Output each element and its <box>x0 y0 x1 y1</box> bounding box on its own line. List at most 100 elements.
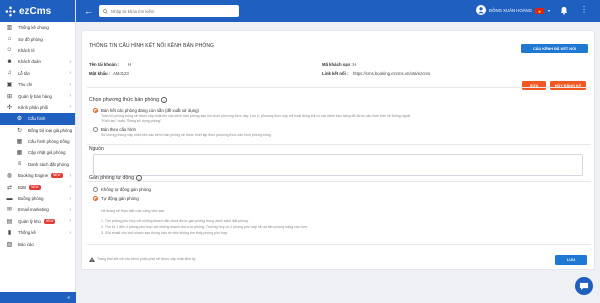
info-icon[interactable]: i <box>136 175 143 181</box>
radio-sell-by-config[interactable] <box>93 127 98 132</box>
sidebar-item-label: Báo cáo <box>18 241 34 247</box>
auto-assign-intro: Hệ thống sẽ thực hiện các công việc sau: <box>101 209 166 213</box>
link-label: Link kết nối : <box>322 71 349 76</box>
divider <box>87 144 591 145</box>
chevron-down-icon: › <box>69 81 71 88</box>
sidebar-item-wallet[interactable]: ▣ Thu chi › <box>0 79 75 90</box>
radio-sell-all[interactable] <box>93 108 98 113</box>
sidebar-item-label: Cấu hình phòng trống <box>28 139 70 145</box>
chevron-down-icon: › <box>69 195 71 202</box>
sidebar-item-network[interactable]: ✣ Kênh phân phối › <box>0 102 75 113</box>
sidebar-item-label: Booking Engine <box>18 173 49 179</box>
footer-note: Trạng thái kết nối các kênh phân phối sẽ… <box>97 257 196 261</box>
report-icon: ▧ <box>6 241 13 248</box>
sidebar-item-globe[interactable]: ◍ Booking Engine NEW › <box>0 170 75 181</box>
save-button[interactable]: LƯU <box>555 255 587 265</box>
divider <box>87 181 591 182</box>
option-no-auto-assign-label: Không tự động gán phòng <box>101 187 151 192</box>
sidebar-item-settings[interactable]: ⚙ Cấu hình <box>0 113 75 125</box>
chevron-down-icon: › <box>69 93 71 100</box>
warning-icon <box>89 257 95 262</box>
user-name: ĐỒNG XUÂN HOÀNG <box>489 7 532 13</box>
list-icon: ≡ <box>17 161 22 168</box>
chat-bubble-icon <box>579 282 589 290</box>
sidebar-item-cart[interactable]: ⊞ Quản lý bán hàng › <box>0 90 75 101</box>
sidebar-item-label: Thống kê chung <box>18 25 49 31</box>
sidebar-item-chart[interactable]: ▥ Thống kê chung <box>0 22 75 33</box>
chevron-down-icon: › <box>69 104 71 111</box>
notification-bell-icon[interactable] <box>560 6 568 15</box>
sidebar-item-label: Thống kê <box>18 230 36 236</box>
more-options-icon[interactable]: ⋮ <box>580 5 588 14</box>
sidebar-item-grid[interactable]: ▦ Cập nhật giá phòng <box>0 147 75 158</box>
b2b-icon: ⇄ <box>6 184 13 191</box>
divider <box>87 244 591 245</box>
grid-icon: ▦ <box>16 139 23 146</box>
cancel-registration-button[interactable]: HỦY ĐĂNG KÝ <box>550 81 586 90</box>
sidebar-item-label: Danh sách đặt phòng <box>28 161 69 167</box>
users-icon: ☻ <box>6 58 13 65</box>
chevron-down-icon: › <box>69 184 71 191</box>
sidebar-item-label: Cấu hình <box>28 116 46 122</box>
sidebar-item-mail[interactable]: ✉ Email marketing › <box>0 204 75 215</box>
channel-config-card: THÔNG TIN CẤU HÌNH KẾT NỐI KÊNH BÁN PHÒN… <box>81 30 595 270</box>
chevron-down-icon[interactable]: ▾ <box>548 8 550 13</box>
logo[interactable]: ezCms <box>0 0 75 22</box>
grid-icon: ▦ <box>16 150 23 157</box>
sidebar-item-stats[interactable]: ▮ Thống kê › <box>0 227 75 238</box>
auto-assign-step-1: 1. Tìm phòng phù hợp với những khách vẫn… <box>101 219 249 223</box>
user-menu[interactable]: ĐỒNG XUÂN HOÀNG <box>476 5 532 15</box>
sidebar-item-label: Quản lý bán hàng <box>18 93 52 99</box>
user-avatar-icon <box>478 7 484 14</box>
option-sell-all-desc: Toàn bộ phòng trống sẽ được cập nhật lên… <box>101 114 412 118</box>
sidebar-item-label: Sơ đồ phòng <box>18 36 43 42</box>
sidebar-item-label: Kênh phân phối <box>18 104 49 110</box>
option-auto-assign-label: Tự động gán phòng <box>101 196 139 201</box>
sidebar-menu: ▥ Thống kê chung ⌂ Sơ đồ phòng ☺ Khách lẻ ☻ Khá… <box>0 22 75 250</box>
sidebar-item-users[interactable]: ☻ Khách đoàn › <box>0 56 75 67</box>
sidebar-item-list[interactable]: ≡ Danh sách đặt phòng <box>0 159 75 170</box>
box-icon: ▤ <box>6 218 13 225</box>
info-icon[interactable]: i <box>161 97 168 103</box>
chat-button[interactable] <box>575 277 593 295</box>
chevron-down-icon: › <box>69 58 71 65</box>
sidebar-item-user[interactable]: ☺ Khách lẻ <box>0 45 75 56</box>
sidebar-item-label: Lễ tân <box>18 70 30 76</box>
search-input[interactable] <box>111 8 231 14</box>
password-value: AMJ123 <box>113 71 129 76</box>
sidebar-item-report[interactable]: ▧ Báo cáo <box>0 238 75 249</box>
edit-button[interactable]: SỬA <box>522 81 546 90</box>
radio-auto-assign[interactable] <box>93 196 98 201</box>
sidebar-item-home[interactable]: ⌂ Sơ đồ phòng <box>0 33 75 44</box>
new-badge: NEW <box>43 218 56 224</box>
sidebar-item-grid[interactable]: ▦ Cấu hình phòng trống <box>0 136 75 147</box>
sidebar-item-label: Đồng bộ loại giá phòng <box>28 127 73 133</box>
sidebar-item-b2b[interactable]: ⇄ B2B NEW › <box>0 181 75 192</box>
language-flag-icon[interactable]: ★ <box>535 8 544 14</box>
sidebar-item-bed[interactable]: ▬ Buồng phòng › <box>0 193 75 204</box>
connected-channels-button[interactable]: CẤU KÊNH ĐÃ KẾT NỐI <box>521 44 588 53</box>
auto-assign-step-3: 3. Gửi email cho chủ khách sạn thông báo… <box>101 231 229 235</box>
new-badge: NEW <box>29 184 41 190</box>
chevron-down-icon: › <box>69 218 71 225</box>
mail-icon: ✉ <box>6 207 13 214</box>
auto-assign-step-2: 2. Tìm từ 1 đến 4 phòng phù hợp với nhữn… <box>101 225 308 229</box>
source-textarea[interactable] <box>93 154 583 176</box>
avatar <box>476 5 487 15</box>
link-value[interactable]: https://cms.booking.ezcms.vn/ota/ezcms <box>353 71 430 76</box>
back-arrow-icon[interactable]: ← <box>84 6 94 16</box>
hotel-code-value: H <box>353 62 357 67</box>
sidebar-item-sync[interactable]: ↻ Đồng bộ loại giá phòng <box>0 125 75 136</box>
sidebar-item-box[interactable]: ▤ Quản lý kho NEW › <box>0 216 75 227</box>
sidebar-item-label: Khách đoàn <box>18 59 41 65</box>
search-box[interactable] <box>99 5 239 17</box>
option-sell-by-config-desc: Số lượng phòng cập nhật trên các kênh bá… <box>101 133 272 137</box>
collapse-sidebar-button[interactable]: « <box>0 292 76 303</box>
radio-no-auto-assign[interactable] <box>93 187 98 192</box>
new-badge: NEW <box>51 173 63 179</box>
bell-icon: ♫ <box>7 70 12 77</box>
sidebar-item-label: Cập nhật giá phòng <box>28 150 66 156</box>
sidebar-item-label: B2B <box>18 184 27 190</box>
sidebar-item-bell[interactable]: ♫ Lễ tân › <box>0 68 75 79</box>
network-icon: ✣ <box>6 104 13 111</box>
